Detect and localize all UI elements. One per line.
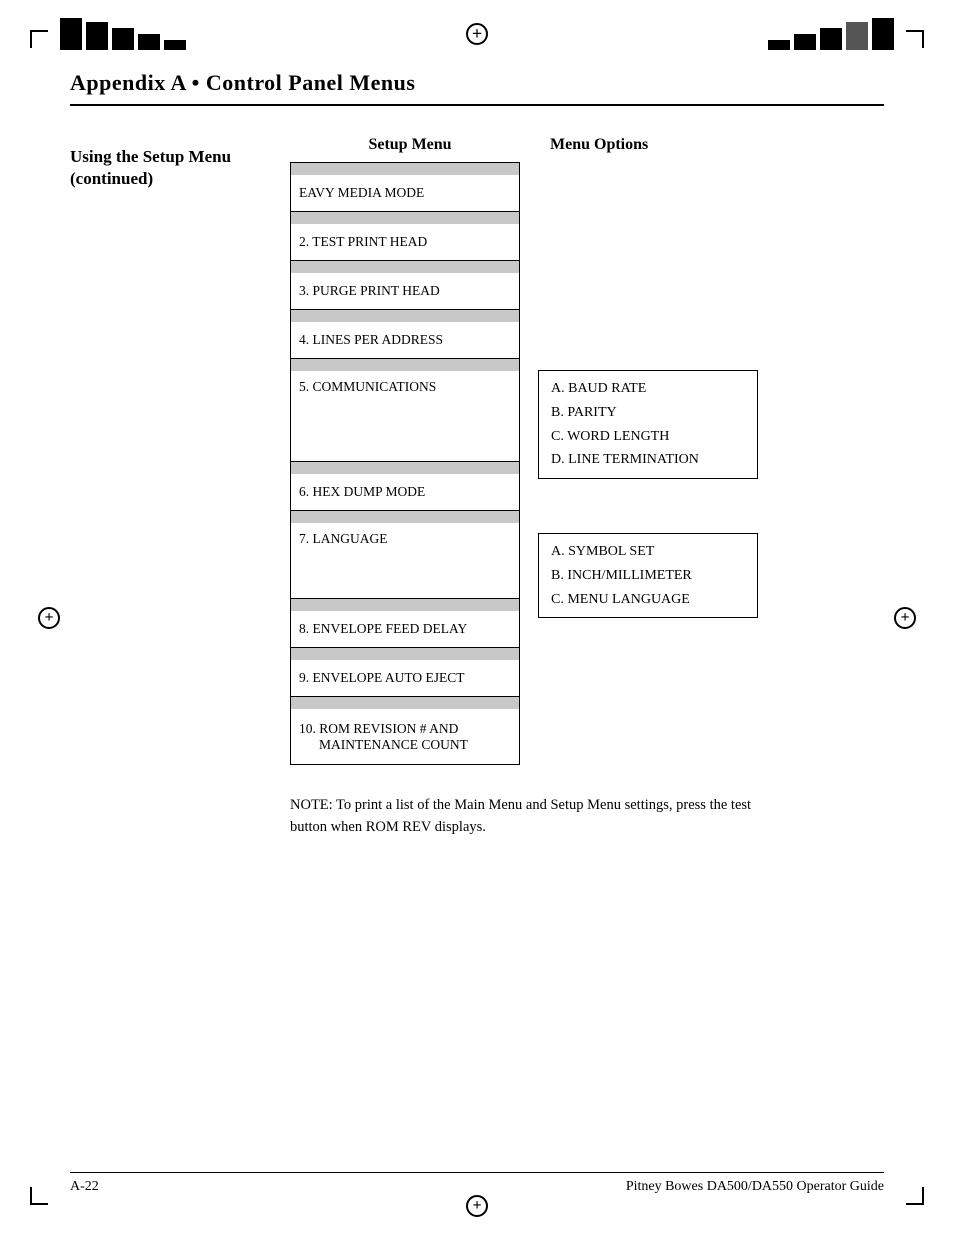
options-spacer-lines (528, 309, 884, 358)
page-footer: A-22 Pitney Bowes DA500/DA550 Operator G… (70, 1172, 884, 1195)
footer-page-number: A-22 (70, 1179, 99, 1195)
lang-opt-a: A. SYMBOL SET (551, 540, 745, 564)
gray-separator (291, 462, 519, 474)
comm-opt-a: A. BAUD RATE (551, 377, 745, 401)
page-title: Appendix A • Control Panel Menus (70, 70, 884, 96)
crosshair-bottom-center: + (466, 1195, 488, 1217)
options-area: A. BAUD RATE B. PARITY C. WORD LENGTH D.… (528, 162, 884, 765)
options-spacer-hex (528, 460, 884, 509)
rom-line1: 10. ROM REVISION # AND (299, 721, 458, 737)
gray-separator (291, 310, 519, 322)
table-row: 6. HEX DUMP MODE (291, 462, 519, 511)
table-row: 5. COMMUNICATIONS (291, 359, 519, 462)
rom-line2: MAINTENANCE COUNT (299, 737, 468, 753)
table-row: EAVY MEDIA MODE (291, 163, 519, 212)
menu-item-communications: 5. COMMUNICATIONS (291, 371, 519, 461)
table-row: 2. TEST PRINT HEAD (291, 212, 519, 261)
crosshair-symbol: + (894, 607, 916, 629)
gray-separator (291, 648, 519, 660)
crosshair-symbol: + (38, 607, 60, 629)
page-title-section: Appendix A • Control Panel Menus (70, 70, 884, 106)
table-row: 3. PURGE PRINT HEAD (291, 261, 519, 310)
menu-options-container: EAVY MEDIA MODE 2. TEST PRINT HEAD 3. PU… (290, 162, 884, 765)
bar (820, 28, 842, 50)
setup-menu-table: EAVY MEDIA MODE 2. TEST PRINT HEAD 3. PU… (290, 162, 520, 765)
language-options-row: A. SYMBOL SET B. INCH/MILLIMETER C. MENU… (528, 521, 884, 608)
menu-item-test-print: 2. TEST PRINT HEAD (291, 224, 519, 260)
gray-separator (291, 697, 519, 709)
bar (86, 22, 108, 50)
language-options-box: A. SYMBOL SET B. INCH/MILLIMETER C. MENU… (538, 533, 758, 618)
table-row: 7. LANGUAGE (291, 511, 519, 599)
reg-marks-bottom: + (0, 1195, 954, 1217)
menu-item-purge: 3. PURGE PRINT HEAD (291, 273, 519, 309)
table-row: 9. ENVELOPE AUTO EJECT (291, 648, 519, 697)
reg-marks-top (0, 18, 954, 50)
reg-left-bars (60, 18, 186, 50)
left-sidebar: Using the Setup Menu (continued) (70, 136, 270, 839)
column-headers: Setup Menu Menu Options (290, 136, 884, 154)
gray-separator (291, 599, 519, 611)
menu-item-rom: 10. ROM REVISION # AND MAINTENANCE COUNT (291, 709, 519, 764)
gray-separator (291, 261, 519, 273)
lang-opt-c: C. MENU LANGUAGE (551, 588, 745, 612)
menu-options-header: Menu Options (530, 136, 884, 154)
crosshair-left: + (38, 607, 60, 629)
bar (112, 28, 134, 50)
main-content: Setup Menu Menu Options EAVY MEDIA MODE … (270, 136, 884, 839)
footer-document-title: Pitney Bowes DA500/DA550 Operator Guide (626, 1179, 884, 1195)
communications-options-row: A. BAUD RATE B. PARITY C. WORD LENGTH D.… (528, 358, 884, 460)
options-spacer-gap (528, 509, 884, 521)
crosshair-right: + (894, 607, 916, 629)
note-text: NOTE: To print a list of the Main Menu a… (290, 797, 751, 835)
sidebar-title: Using the Setup Menu (continued) (70, 146, 270, 190)
menu-item-auto-eject: 9. ENVELOPE AUTO EJECT (291, 660, 519, 696)
crosshair-top-center (466, 23, 488, 45)
gray-separator (291, 212, 519, 224)
table-row: 10. ROM REVISION # AND MAINTENANCE COUNT (291, 697, 519, 764)
comm-opt-c: C. WORD LENGTH (551, 425, 745, 449)
menu-item-language: 7. LANGUAGE (291, 523, 519, 598)
options-spacer-purge (528, 260, 884, 309)
lang-opt-b: B. INCH/MILLIMETER (551, 564, 745, 588)
menu-item-eavy: EAVY MEDIA MODE (291, 175, 519, 211)
table-row: 8. ENVELOPE FEED DELAY (291, 599, 519, 648)
bar (794, 34, 816, 50)
options-spacer-eavy (528, 162, 884, 211)
bar (164, 40, 186, 50)
menu-item-feed-delay: 8. ENVELOPE FEED DELAY (291, 611, 519, 647)
bar (768, 40, 790, 50)
content-area: Using the Setup Menu (continued) Setup M… (70, 136, 884, 839)
bar (138, 34, 160, 50)
page-content: Appendix A • Control Panel Menus Using t… (70, 70, 884, 1155)
note-section: NOTE: To print a list of the Main Menu a… (290, 795, 790, 839)
reg-right-bars (768, 18, 894, 50)
gray-separator (291, 511, 519, 523)
options-spacer-test (528, 211, 884, 260)
bar (60, 18, 82, 50)
bar (872, 18, 894, 50)
menu-item-hex: 6. HEX DUMP MODE (291, 474, 519, 510)
comm-opt-b: B. PARITY (551, 401, 745, 425)
gray-separator (291, 359, 519, 371)
menu-item-lines: 4. LINES PER ADDRESS (291, 322, 519, 358)
gray-separator (291, 163, 519, 175)
bar (846, 22, 868, 50)
table-row: 4. LINES PER ADDRESS (291, 310, 519, 359)
setup-menu-header: Setup Menu (290, 136, 530, 154)
